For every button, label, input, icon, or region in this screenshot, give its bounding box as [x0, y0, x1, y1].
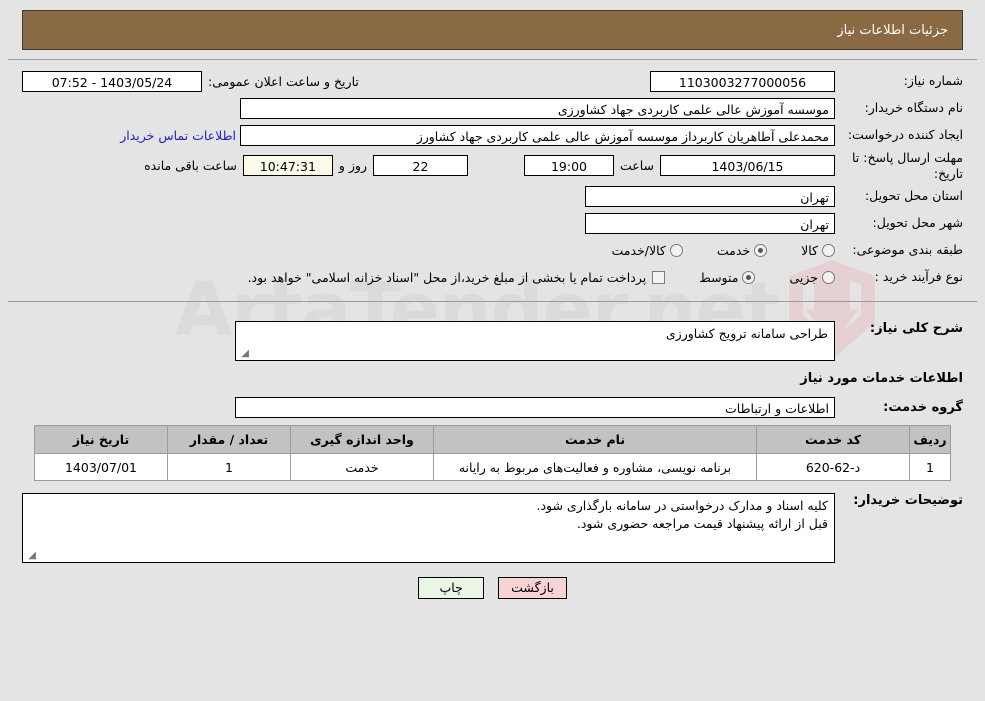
process-option-minor[interactable]: جزیی: [789, 270, 835, 285]
subject-category-label: طبقه بندی موضوعی:: [852, 242, 963, 258]
service-group-row: گروه خدمت: اطلاعات و ارتباطات: [22, 395, 963, 419]
footer-actions: بازگشت چاپ: [22, 577, 963, 600]
cell-service-code: د-62-620: [756, 453, 910, 482]
response-deadline-label: مهلت ارسال پاسخ: تا تاریخ:: [852, 150, 963, 181]
response-deadline-row: مهلت ارسال پاسخ: تا تاریخ: 1403/06/15 سا…: [22, 150, 963, 181]
radio-icon[interactable]: [754, 243, 768, 257]
category-option-goods-service[interactable]: کالا/خدمت: [611, 242, 683, 258]
buyer-org-value: موسسه آموزش عالی علمی کاربردی جهاد کشاور…: [240, 97, 835, 119]
print-button[interactable]: چاپ: [418, 577, 485, 600]
need-description-panel: شرح کلی نیاز: طراحی سامانه ترویج کشاورزی…: [8, 311, 977, 608]
table-header-unit: واحد اندازه گیری: [290, 425, 434, 455]
category-option-service-label: خدمت: [716, 242, 751, 258]
table-row: 1 د-62-620 برنامه نویسی، مشاوره و فعالیت…: [34, 453, 951, 482]
radio-icon[interactable]: [822, 243, 835, 257]
purchase-process-radio-group: جزیی متوسط: [665, 270, 835, 285]
process-option-medium[interactable]: متوسط: [699, 269, 756, 285]
radio-icon[interactable]: [742, 270, 756, 284]
category-option-goods-service-label: کالا/خدمت: [611, 242, 666, 258]
services-section-heading: اطلاعات خدمات مورد نیاز: [800, 371, 963, 387]
service-group-label: گروه خدمت:: [883, 399, 963, 415]
buyer-notes-label: توضیحات خریدار:: [853, 493, 963, 509]
resize-handle-icon[interactable]: ◢: [25, 550, 36, 561]
delivery-city-label: شهر محل تحویل:: [872, 215, 963, 231]
table-header-quantity: تعداد / مقدار: [167, 425, 291, 455]
buyer-notes-line-1: کلیه اسناد و مدارک درخواستی در سامانه با…: [536, 498, 828, 514]
cell-unit: خدمت: [290, 453, 434, 482]
process-option-medium-label: متوسط: [699, 269, 739, 285]
process-option-minor-label: جزیی: [789, 269, 818, 285]
radio-icon[interactable]: [669, 243, 683, 257]
publish-date-value: 1403/05/24 - 07:52: [22, 70, 202, 92]
back-button[interactable]: بازگشت: [498, 577, 567, 600]
purchase-process-row: نوع فرآیند خرید : جزیی متوسط پرداخت تمام…: [22, 265, 963, 289]
need-number-label: شماره نیاز:: [903, 73, 963, 89]
request-creator-value: محمدعلی آطاهریان کاربرداز موسسه آموزش عا…: [240, 124, 835, 146]
cell-service-name: برنامه نویسی، مشاوره و فعالیت‌های مربوط …: [433, 453, 757, 482]
delivery-province-row: استان محل تحویل: تهران: [22, 184, 963, 208]
buyer-org-label: نام دستگاه خریدار:: [864, 100, 963, 116]
remaining-days-value: 22: [372, 155, 468, 177]
table-header-service-name: نام خدمت: [433, 425, 757, 455]
service-group-value: اطلاعات و ارتباطات: [235, 396, 835, 418]
table-header-need-date: تاریخ نیاز: [34, 425, 168, 455]
buyer-notes-textarea[interactable]: کلیه اسناد و مدارک درخواستی در سامانه با…: [22, 493, 835, 564]
treasury-documents-note: پرداخت تمام یا بخشی از مبلغ خرید،از محل …: [247, 269, 647, 285]
buyer-org-row: نام دستگاه خریدار: موسسه آموزش عالی علمی…: [22, 96, 963, 120]
category-option-service[interactable]: خدمت: [716, 242, 768, 258]
table-header-row: ردیف کد خدمت نام خدمت واحد اندازه گیری ت…: [34, 425, 951, 455]
need-number-value: 1103003277000056: [650, 70, 835, 92]
delivery-province-value: تهران: [585, 185, 835, 207]
purchase-process-label: نوع فرآیند خرید :: [874, 269, 963, 285]
request-creator-label: ایجاد کننده درخواست:: [847, 127, 963, 143]
countdown-label: ساعت باقی مانده: [144, 158, 237, 174]
remaining-days-label: روز و: [338, 158, 367, 174]
general-description-label: شرح کلی نیاز:: [869, 321, 963, 337]
services-table: ردیف کد خدمت نام خدمت واحد اندازه گیری ت…: [34, 425, 951, 482]
delivery-city-row: شهر محل تحویل: تهران: [22, 211, 963, 235]
category-option-goods-label: کالا: [801, 242, 818, 258]
category-option-goods[interactable]: کالا: [801, 243, 835, 258]
resize-handle-icon[interactable]: ◢: [238, 348, 249, 359]
buyer-notes-line-2: قبل از ارائه پیشنهاد قیمت مراجعه حضوری ش…: [576, 516, 828, 532]
general-description-value: طراحی سامانه ترویج کشاورزی: [665, 326, 828, 342]
delivery-city-value: تهران: [585, 212, 835, 234]
table-header-service-code: کد خدمت: [756, 425, 910, 455]
buyer-notes-row: توضیحات خریدار: کلیه اسناد و مدارک درخوا…: [22, 493, 963, 564]
cell-need-date: 1403/07/01: [34, 453, 168, 482]
cell-row-number: 1: [909, 453, 951, 482]
general-description-textarea[interactable]: طراحی سامانه ترویج کشاورزی ◢: [235, 321, 835, 362]
table-header-row-number: ردیف: [909, 425, 951, 455]
treasury-documents-checkbox[interactable]: [652, 270, 666, 284]
cell-quantity: 1: [167, 453, 291, 482]
publish-date-label: تاریخ و ساعت اعلان عمومی:: [208, 73, 359, 89]
deadline-hour-label: ساعت: [619, 158, 654, 174]
deadline-date-value: 1403/06/15: [660, 155, 835, 177]
subject-category-row: طبقه بندی موضوعی: کالا خدمت کالا/خدمت: [22, 238, 963, 262]
need-number-row: شماره نیاز: 1103003277000056 تاریخ و ساع…: [22, 69, 963, 93]
delivery-province-label: استان محل تحویل:: [864, 188, 963, 204]
page-header: جزئیات اطلاعات نیاز: [22, 10, 963, 50]
page-root: جزئیات اطلاعات نیاز شماره نیاز: 11030032…: [0, 10, 985, 701]
deadline-time-value: 19:00: [523, 155, 614, 177]
request-creator-row: ایجاد کننده درخواست: محمدعلی آطاهریان کا…: [22, 123, 963, 147]
general-description-row: شرح کلی نیاز: طراحی سامانه ترویج کشاورزی…: [22, 321, 963, 362]
need-info-panel: شماره نیاز: 1103003277000056 تاریخ و ساع…: [8, 59, 977, 303]
radio-icon[interactable]: [822, 270, 835, 284]
subject-category-radio-group: کالا خدمت کالا/خدمت: [577, 243, 835, 258]
countdown-value: 10:47:31: [242, 155, 333, 177]
buyer-contact-link[interactable]: اطلاعات تماس خریدار: [120, 128, 240, 143]
page-title: جزئیات اطلاعات نیاز: [837, 22, 948, 38]
